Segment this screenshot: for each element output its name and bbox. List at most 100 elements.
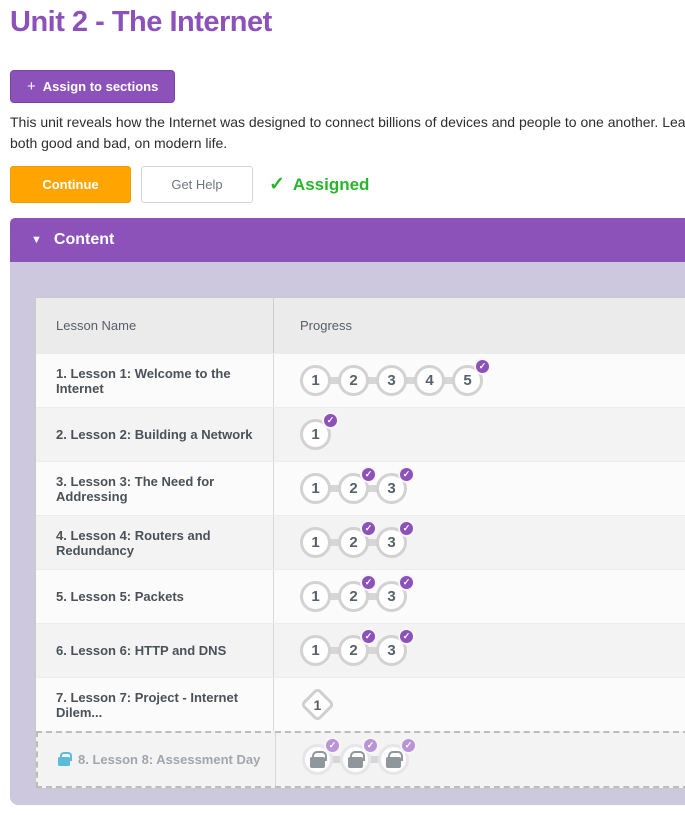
caret-down-icon: ▼ — [31, 234, 42, 246]
check-icon: ✓ — [269, 173, 285, 196]
level-bubble-wrap: 4 — [414, 365, 445, 396]
content-header-label: Content — [54, 231, 114, 249]
completed-check-badge: ✓ — [324, 737, 341, 754]
lesson-name-label: 4. Lesson 4: Routers and Redundancy — [56, 528, 273, 558]
level-bubble-wrap: ✓ — [302, 744, 333, 775]
table-row: 8. Lesson 8: Assessment Day✓✓✓ — [36, 731, 685, 788]
level-bubble[interactable]: 1 — [300, 365, 331, 396]
lesson-progress-cell: 1✓ — [274, 408, 685, 461]
level-bubble-wrap: 2✓ — [338, 473, 369, 504]
level-bubble-wrap: ✓ — [378, 744, 409, 775]
lesson-name-cell[interactable]: 7. Lesson 7: Project - Internet Dilem... — [36, 678, 274, 731]
lesson-progress-cell: 12✓3✓ — [274, 462, 685, 515]
completed-check-badge: ✓ — [398, 574, 415, 591]
table-row: 5. Lesson 5: Packets 12✓3✓ — [36, 569, 685, 623]
level-bubble-wrap: 1 — [300, 473, 331, 504]
lesson-name-cell[interactable]: 1. Lesson 1: Welcome to the Internet — [36, 354, 274, 407]
lesson-name-cell[interactable]: 4. Lesson 4: Routers and Redundancy — [36, 516, 274, 569]
lesson-progress-cell: ✓✓✓ — [276, 733, 685, 786]
level-bubble-wrap: 2✓ — [338, 581, 369, 612]
completed-check-badge: ✓ — [362, 737, 379, 754]
action-button-row: Continue Get Help ✓ Assigned — [10, 166, 685, 203]
completed-check-badge: ✓ — [322, 412, 339, 429]
level-bubble-wrap: 1 — [300, 527, 331, 558]
table-row: 3. Lesson 3: The Need for Addressing12✓3… — [36, 461, 685, 515]
level-bubble-wrap: 1✓ — [300, 419, 331, 450]
level-bubble-wrap: 2 — [338, 365, 369, 396]
level-bubble-wrap: 2✓ — [338, 635, 369, 666]
assigned-label: Assigned — [293, 175, 370, 195]
description-line-1: This unit reveals how the Internet was d… — [10, 112, 685, 133]
level-bubble-wrap: 1 — [300, 581, 331, 612]
completed-check-badge: ✓ — [360, 466, 377, 483]
lesson-name-label: 8. Lesson 8: Assessment Day — [78, 752, 260, 767]
plus-icon: + — [27, 78, 36, 95]
lesson-progress-cell: 12345✓ — [274, 354, 685, 407]
level-number: 1 — [313, 696, 321, 712]
table-body: 1. Lesson 1: Welcome to the Internet1234… — [36, 353, 685, 788]
lesson-name-cell[interactable]: 2. Lesson 2: Building a Network — [36, 408, 274, 461]
unit-description: This unit reveals how the Internet was d… — [10, 112, 685, 154]
assign-button-label: Assign to sections — [43, 79, 159, 94]
lesson-name-label: 5. Lesson 5: Packets — [56, 589, 184, 604]
lesson-progress-cell: 12✓3✓ — [274, 570, 685, 623]
lesson-name-label: 3. Lesson 3: The Need for Addressing — [56, 474, 273, 504]
level-bubble-wrap: 5✓ — [452, 365, 483, 396]
content-section-header[interactable]: ▼ Content — [10, 218, 685, 262]
assign-to-sections-button[interactable]: + Assign to sections — [10, 70, 175, 103]
level-bubble[interactable]: 3 — [376, 365, 407, 396]
lesson-name-cell[interactable]: 5. Lesson 5: Packets — [36, 570, 274, 623]
level-bubble[interactable]: 4 — [414, 365, 445, 396]
lock-icon — [310, 757, 325, 768]
get-help-button[interactable]: Get Help — [141, 166, 253, 203]
lesson-name-label: 2. Lesson 2: Building a Network — [56, 427, 252, 442]
table-row: 4. Lesson 4: Routers and Redundancy12✓3✓ — [36, 515, 685, 569]
level-bubble[interactable]: 1 — [300, 473, 331, 504]
table-row: 7. Lesson 7: Project - Internet Dilem...… — [36, 677, 685, 731]
lesson-name-cell[interactable]: 3. Lesson 3: The Need for Addressing — [36, 462, 274, 515]
content-panel: Lesson Name Progress 1. Lesson 1: Welcom… — [10, 262, 685, 805]
level-bubble[interactable]: 1 — [300, 635, 331, 666]
description-line-2: both good and bad, on modern life. — [10, 133, 685, 154]
lesson-name-cell[interactable]: 6. Lesson 6: HTTP and DNS — [36, 624, 274, 677]
column-header-lesson-name: Lesson Name — [36, 298, 274, 353]
level-bubble-wrap: 1 — [300, 635, 331, 666]
level-bubble-wrap: 3✓ — [376, 581, 407, 612]
lock-icon — [58, 757, 70, 766]
table-header-row: Lesson Name Progress — [36, 298, 685, 353]
completed-check-badge: ✓ — [398, 520, 415, 537]
page-title: Unit 2 - The Internet — [10, 2, 685, 42]
level-bubble-wrap: 1 — [300, 688, 334, 722]
level-bubble-wrap: 3✓ — [376, 527, 407, 558]
column-header-progress: Progress — [274, 298, 685, 353]
lesson-progress-cell: 12✓3✓ — [274, 516, 685, 569]
level-bubble[interactable]: 1 — [300, 527, 331, 558]
completed-check-badge: ✓ — [398, 628, 415, 645]
level-bubble-wrap: 3✓ — [376, 635, 407, 666]
level-bubble-wrap: 3 — [376, 365, 407, 396]
completed-check-badge: ✓ — [360, 628, 377, 645]
completed-check-badge: ✓ — [400, 737, 417, 754]
level-diamond[interactable]: 1 — [299, 687, 334, 722]
table-row: 2. Lesson 2: Building a Network 1✓ — [36, 407, 685, 461]
lock-icon — [386, 757, 401, 768]
level-bubble[interactable]: 2 — [338, 365, 369, 396]
completed-check-badge: ✓ — [360, 574, 377, 591]
assigned-status: ✓ Assigned — [269, 173, 369, 196]
level-bubble[interactable]: 1 — [300, 581, 331, 612]
continue-button[interactable]: Continue — [10, 166, 131, 203]
lesson-name-label: 1. Lesson 1: Welcome to the Internet — [56, 366, 273, 396]
completed-check-badge: ✓ — [398, 466, 415, 483]
lesson-name-label: 7. Lesson 7: Project - Internet Dilem... — [56, 690, 273, 720]
lesson-name-cell[interactable]: 8. Lesson 8: Assessment Day — [38, 733, 276, 786]
level-bubble-wrap: 3✓ — [376, 473, 407, 504]
lesson-table: Lesson Name Progress 1. Lesson 1: Welcom… — [35, 297, 685, 789]
lesson-name-label: 6. Lesson 6: HTTP and DNS — [56, 643, 226, 658]
level-bubble-wrap: 1 — [300, 365, 331, 396]
lesson-progress-cell: 1 — [274, 678, 685, 731]
lesson-progress-cell: 12✓3✓ — [274, 624, 685, 677]
table-row: 1. Lesson 1: Welcome to the Internet1234… — [36, 353, 685, 407]
completed-check-badge: ✓ — [474, 358, 491, 375]
level-bubble-wrap: ✓ — [340, 744, 371, 775]
table-row: 6. Lesson 6: HTTP and DNS 12✓3✓ — [36, 623, 685, 677]
